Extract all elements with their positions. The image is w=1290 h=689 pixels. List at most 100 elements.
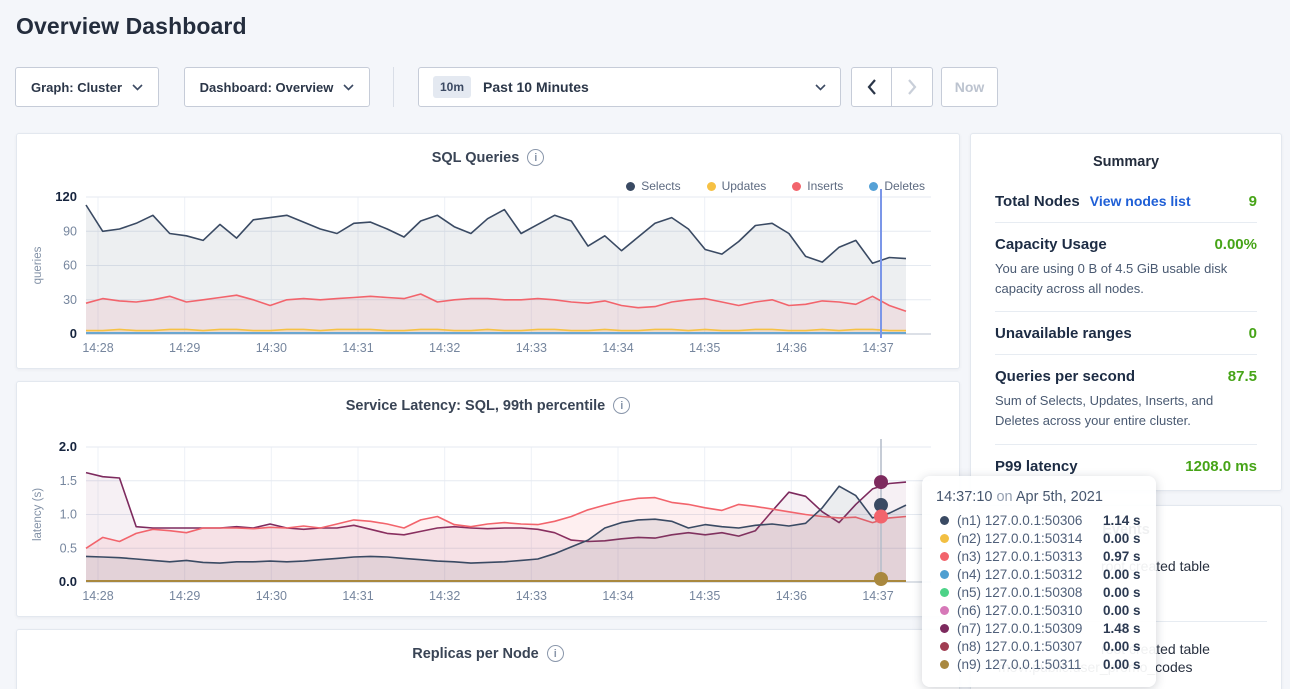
node-latency-value: 0.00 s <box>1103 657 1141 672</box>
svg-text:14:37: 14:37 <box>862 341 893 355</box>
node-latency-value: 0.97 s <box>1103 549 1141 564</box>
svg-text:14:33: 14:33 <box>516 589 547 603</box>
qps-description: Sum of Selects, Updates, Inserts, and De… <box>995 391 1257 431</box>
latency-chart[interactable]: 14:2814:2914:3014:3114:3214:3314:3414:35… <box>17 439 959 609</box>
svg-text:14:36: 14:36 <box>776 589 807 603</box>
unavailable-ranges-value: 0 <box>1249 325 1257 342</box>
latency-panel: Service Latency: SQL, 99th percentilei 1… <box>16 381 960 617</box>
node-latency-value: 1.14 s <box>1103 513 1141 528</box>
dashboard-dropdown[interactable]: Dashboard: Overview <box>184 67 370 107</box>
chart-hover-tooltip: 14:37:10 on Apr 5th, 2021 (n1) 127.0.0.1… <box>922 476 1156 687</box>
chevron-down-icon <box>132 84 143 91</box>
svg-text:14:37: 14:37 <box>862 589 893 603</box>
graph-dropdown[interactable]: Graph: Cluster <box>15 67 159 107</box>
node-address: (n8) 127.0.0.1:50307 <box>957 639 1103 654</box>
svg-text:30: 30 <box>63 293 77 307</box>
node-color-dot <box>940 534 949 543</box>
time-range-selector[interactable]: 10m Past 10 Minutes <box>418 67 841 107</box>
capacity-usage-description: You are using 0 B of 4.5 GiB usable disk… <box>995 259 1257 299</box>
node-address: (n6) 127.0.0.1:50310 <box>957 603 1103 618</box>
capacity-usage-label: Capacity Usage <box>995 236 1107 253</box>
svg-text:14:28: 14:28 <box>82 589 113 603</box>
node-address: (n5) 127.0.0.1:50308 <box>957 585 1103 600</box>
summary-title: Summary <box>971 134 1281 180</box>
chevron-down-icon <box>815 84 826 91</box>
svg-text:0: 0 <box>70 326 77 341</box>
p99-latency-value: 1208.0 ms <box>1185 458 1257 475</box>
node-color-dot <box>940 570 949 579</box>
node-address: (n2) 127.0.0.1:50314 <box>957 531 1103 546</box>
latency-title: Service Latency: SQL, 99th percentilei <box>17 397 959 414</box>
tooltip-row: (n8) 127.0.0.1:503070.00 s <box>936 637 1142 655</box>
p99-latency-label: P99 latency <box>995 458 1078 475</box>
svg-text:60: 60 <box>63 259 77 273</box>
qps-value: 87.5 <box>1228 368 1257 385</box>
svg-text:latency (s): latency (s) <box>32 488 44 541</box>
info-icon[interactable]: i <box>547 645 564 662</box>
svg-text:14:29: 14:29 <box>169 341 200 355</box>
svg-text:14:30: 14:30 <box>256 589 287 603</box>
next-time-button[interactable] <box>892 67 933 107</box>
replicas-title: Replicas per Nodei <box>17 645 959 662</box>
node-color-dot <box>940 642 949 651</box>
svg-text:14:32: 14:32 <box>429 589 460 603</box>
latency-svg: 14:2814:2914:3014:3114:3214:3314:3414:35… <box>17 439 959 609</box>
time-range-label: Past 10 Minutes <box>483 79 589 95</box>
tooltip-row: (n5) 127.0.0.1:503080.00 s <box>936 583 1142 601</box>
svg-text:2.0: 2.0 <box>59 439 77 454</box>
node-address: (n3) 127.0.0.1:50313 <box>957 549 1103 564</box>
capacity-usage-value: 0.00% <box>1214 236 1257 253</box>
hover-point <box>874 572 888 586</box>
tooltip-row: (n9) 127.0.0.1:503110.00 s <box>936 655 1142 673</box>
page-title: Overview Dashboard <box>16 13 247 40</box>
sql-queries-svg: 14:2814:2914:3014:3114:3214:3314:3414:35… <box>17 189 959 361</box>
tooltip-rows: (n1) 127.0.0.1:503061.14 s(n2) 127.0.0.1… <box>936 511 1142 673</box>
overview-dashboard-page: Overview Dashboard Graph: Cluster Dashbo… <box>0 0 1290 689</box>
svg-text:0.0: 0.0 <box>59 574 77 589</box>
view-nodes-list-link[interactable]: View nodes list <box>1090 193 1191 209</box>
node-address: (n9) 127.0.0.1:50311 <box>957 657 1103 672</box>
tooltip-row: (n2) 127.0.0.1:503140.00 s <box>936 529 1142 547</box>
node-color-dot <box>940 552 949 561</box>
sql-queries-chart[interactable]: 14:2814:2914:3014:3114:3214:3314:3414:35… <box>17 189 959 361</box>
time-nav-arrows <box>851 67 933 107</box>
prev-time-button[interactable] <box>851 67 892 107</box>
svg-text:14:33: 14:33 <box>516 341 547 355</box>
info-icon[interactable]: i <box>613 397 630 414</box>
chevron-down-icon <box>343 84 354 91</box>
node-color-dot <box>940 624 949 633</box>
svg-text:0.5: 0.5 <box>60 541 77 555</box>
svg-text:120: 120 <box>55 189 77 204</box>
tooltip-row: (n7) 127.0.0.1:503091.48 s <box>936 619 1142 637</box>
now-button[interactable]: Now <box>941 67 998 107</box>
svg-text:14:28: 14:28 <box>82 341 113 355</box>
node-latency-value: 1.48 s <box>1103 621 1141 636</box>
info-icon[interactable]: i <box>527 149 544 166</box>
svg-text:1.0: 1.0 <box>60 508 77 522</box>
dashboard-dropdown-label: Dashboard: Overview <box>200 80 334 95</box>
summary-panel: Summary Total Nodes View nodes list 9 Ca… <box>970 133 1282 491</box>
node-color-dot <box>940 588 949 597</box>
summary-row-qps: Queries per second 87.5 Sum of Selects, … <box>971 355 1281 443</box>
hover-point <box>874 475 888 489</box>
series-line-Updates <box>86 329 906 330</box>
node-latency-value: 0.00 s <box>1103 639 1141 654</box>
summary-row-total-nodes: Total Nodes View nodes list 9 <box>971 180 1281 222</box>
tooltip-row: (n6) 127.0.0.1:503100.00 s <box>936 601 1142 619</box>
svg-text:14:35: 14:35 <box>689 341 720 355</box>
svg-text:queries: queries <box>32 246 44 284</box>
time-range-badge: 10m <box>433 76 471 98</box>
svg-text:14:31: 14:31 <box>342 589 373 603</box>
svg-text:14:36: 14:36 <box>776 341 807 355</box>
svg-text:14:31: 14:31 <box>342 341 373 355</box>
tooltip-row: (n4) 127.0.0.1:503120.00 s <box>936 565 1142 583</box>
svg-text:1.5: 1.5 <box>60 474 77 488</box>
summary-row-unavailable: Unavailable ranges 0 <box>971 312 1281 354</box>
svg-text:14:34: 14:34 <box>602 341 633 355</box>
svg-text:14:29: 14:29 <box>169 589 200 603</box>
svg-text:90: 90 <box>63 224 77 238</box>
node-color-dot <box>940 660 949 669</box>
node-address: (n1) 127.0.0.1:50306 <box>957 513 1103 528</box>
node-latency-value: 0.00 s <box>1103 531 1141 546</box>
node-color-dot <box>940 606 949 615</box>
